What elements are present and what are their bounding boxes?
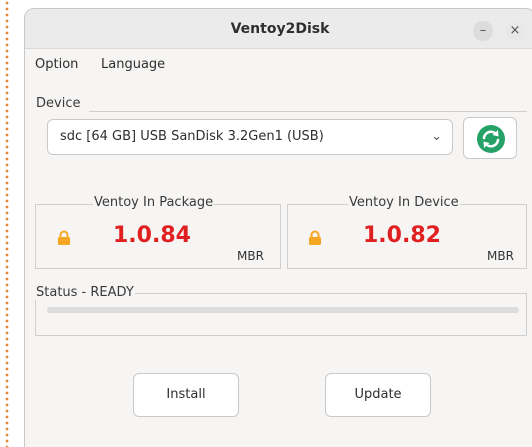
chevron-down-icon: ⌄	[431, 129, 442, 144]
package-version: 1.0.84	[113, 223, 191, 248]
status-label: Status - READY	[35, 285, 135, 300]
window-title: Ventoy2Disk	[230, 21, 330, 37]
lock-icon	[309, 230, 321, 245]
progress-bar	[47, 307, 519, 313]
device-select-value: sdc [64 GB] USB SanDisk 3.2Gen1 (USB)	[60, 129, 324, 144]
refresh-icon	[477, 125, 505, 153]
titlebar: Ventoy2Disk – ×	[25, 9, 532, 49]
install-button[interactable]: Install	[133, 373, 239, 417]
minimize-button[interactable]: –	[473, 21, 493, 41]
device-group-line	[89, 111, 527, 112]
ventoy-window: Ventoy2Disk – × Option Language Device s…	[24, 8, 532, 447]
menu-language[interactable]: Language	[101, 57, 165, 72]
device-select[interactable]: sdc [64 GB] USB SanDisk 3.2Gen1 (USB) ⌄	[47, 119, 453, 155]
refresh-device-button[interactable]	[463, 117, 517, 159]
menubar: Option Language	[25, 53, 532, 77]
package-label: Ventoy In Package	[93, 195, 215, 210]
device-version: 1.0.82	[363, 223, 441, 248]
package-partition-style: MBR	[237, 249, 264, 263]
menu-option[interactable]: Option	[35, 57, 78, 72]
update-button[interactable]: Update	[325, 373, 431, 417]
close-button[interactable]: ×	[505, 21, 525, 41]
device-partition-style: MBR	[487, 249, 514, 263]
device-version-label: Ventoy In Device	[348, 195, 460, 210]
dotted-page-edge	[5, 0, 9, 447]
lock-icon	[58, 230, 70, 245]
device-group-label: Device	[35, 96, 82, 111]
